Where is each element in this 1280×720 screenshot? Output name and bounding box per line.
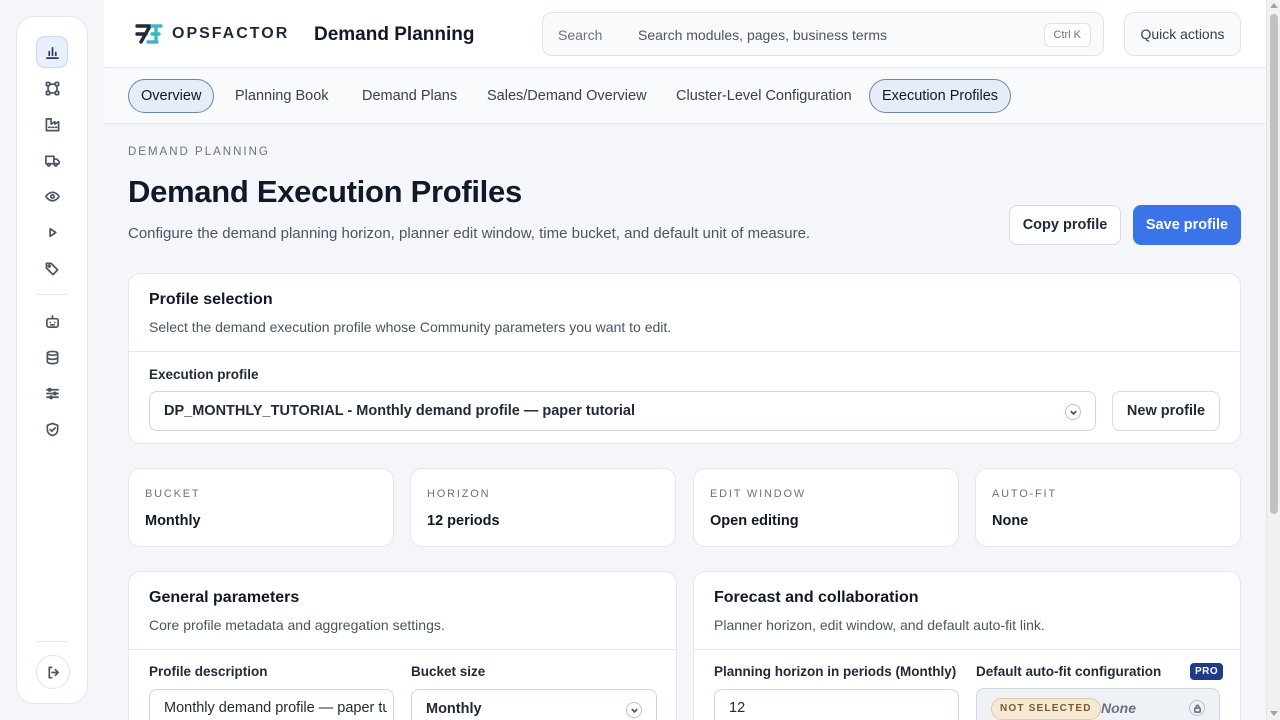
page-eyebrow: DEMAND PLANNING [128, 146, 270, 158]
stat-label: EDIT WINDOW [710, 488, 806, 500]
copy-profile-button[interactable]: Copy profile [1009, 205, 1121, 245]
tab-execution-profiles[interactable]: Execution Profiles [869, 79, 1012, 113]
top-header: OPSFACTOR Demand Planning Search Ctrl K … [104, 0, 1266, 68]
page-subtitle: Configure the demand planning horizon, p… [128, 225, 811, 242]
planning-horizon-field[interactable] [714, 689, 959, 720]
execution-profile-value: DP_MONTHLY_TUTORIAL - Monthly demand pro… [164, 403, 636, 419]
tab-sales-demand-overview[interactable]: Sales/Demand Overview [474, 79, 660, 113]
sliders-icon[interactable] [36, 377, 68, 409]
card-subtitle: Planner horizon, edit window, and defaul… [714, 617, 1045, 633]
truck-icon[interactable] [36, 144, 68, 176]
bucket-size-select[interactable]: Monthly [411, 689, 657, 720]
page-title: Demand Execution Profiles [128, 174, 522, 209]
search-label: Search [558, 27, 603, 43]
profile-selection-card: Profile selection Select the demand exec… [128, 273, 1241, 444]
tab-demand-plans[interactable]: Demand Plans [349, 79, 470, 113]
module-tabs: Overview Planning Book Demand Plans Sale… [104, 69, 1266, 124]
profile-description-label: Profile description [149, 664, 268, 679]
execution-profile-select[interactable]: DP_MONTHLY_TUTORIAL - Monthly demand pro… [149, 391, 1096, 431]
tab-cluster-level-configuration[interactable]: Cluster-Level Configuration [663, 79, 865, 113]
card-title: Forecast and collaboration [714, 589, 919, 606]
opsfactor-logo-icon [135, 24, 163, 44]
card-subtitle: Core profile metadata and aggregation se… [149, 617, 445, 633]
robot-icon[interactable] [36, 305, 68, 337]
rail-divider [36, 641, 68, 642]
stat-label: HORIZON [427, 488, 491, 500]
stat-label: BUCKET [145, 488, 201, 500]
card-title: Profile selection [149, 291, 273, 308]
divider [129, 351, 1240, 352]
quick-actions-button[interactable]: Quick actions [1124, 12, 1241, 56]
bucket-size-value: Monthly [426, 701, 482, 717]
eye-icon[interactable] [36, 180, 68, 212]
brand-logo[interactable]: OPSFACTOR [134, 20, 289, 48]
page-scrollbar[interactable] [1266, 0, 1280, 720]
chevron-down-icon [1065, 404, 1081, 420]
tag-icon[interactable] [36, 252, 68, 284]
stat-value: Open editing [710, 513, 799, 529]
auto-fit-config-select[interactable]: NOT SELECTED None [976, 688, 1220, 720]
stat-value: None [992, 513, 1029, 529]
card-subtitle: Select the demand execution profile whos… [149, 319, 672, 335]
scrollbar-thumb[interactable] [1270, 14, 1278, 514]
divider [129, 649, 676, 650]
app-title: Demand Planning [314, 24, 475, 45]
chevron-down-icon [626, 702, 642, 718]
planning-horizon-label: Planning horizon in periods (Monthly) [714, 664, 957, 679]
status-badge: NOT SELECTED [991, 698, 1101, 720]
brand-name: OPSFACTOR [172, 25, 290, 42]
scroll-up-arrow-icon[interactable] [1270, 3, 1278, 8]
stat-bucket: BUCKET Monthly [128, 468, 394, 547]
tab-overview[interactable]: Overview [128, 79, 215, 113]
stat-value: Monthly [145, 513, 201, 529]
database-icon[interactable] [36, 341, 68, 373]
search-shortcut-badge: Ctrl K [1043, 23, 1091, 47]
auto-fit-config-value: None [1101, 700, 1136, 716]
bar-chart-icon[interactable] [36, 36, 68, 68]
network-icon[interactable] [36, 72, 68, 104]
stat-horizon: HORIZON 12 periods [410, 468, 676, 547]
stat-label: AUTO-FIT [992, 488, 1057, 500]
stat-edit-window: EDIT WINDOW Open editing [693, 468, 959, 547]
new-profile-button[interactable]: New profile [1112, 391, 1220, 431]
divider [694, 649, 1240, 650]
stat-value: 12 periods [427, 513, 500, 529]
general-parameters-card: General parameters Core profile metadata… [128, 571, 677, 720]
auto-fit-config-label: Default auto-fit configuration [976, 664, 1162, 679]
play-icon[interactable] [36, 216, 68, 248]
lock-icon [1189, 700, 1205, 716]
search-input[interactable] [638, 23, 1028, 47]
pro-badge: PRO [1190, 663, 1224, 680]
shield-check-icon[interactable] [36, 413, 68, 445]
rail-divider [36, 294, 68, 295]
execution-profile-label: Execution profile [149, 367, 259, 382]
factory-icon[interactable] [36, 108, 68, 140]
profile-description-field[interactable] [149, 689, 394, 720]
tab-planning-book[interactable]: Planning Book [222, 79, 342, 113]
save-profile-button[interactable]: Save profile [1133, 205, 1241, 245]
global-search[interactable]: Search Ctrl K [542, 12, 1104, 56]
logout-icon[interactable] [36, 655, 70, 689]
forecast-collaboration-card: Forecast and collaboration Planner horiz… [693, 571, 1241, 720]
left-rail [16, 16, 88, 704]
bucket-size-label: Bucket size [411, 664, 486, 679]
scroll-down-arrow-icon[interactable] [1270, 711, 1278, 716]
planning-horizon-input[interactable] [729, 700, 952, 716]
card-title: General parameters [149, 589, 300, 606]
stat-auto-fit: AUTO-FIT None [975, 468, 1241, 547]
profile-description-input[interactable] [164, 700, 387, 716]
